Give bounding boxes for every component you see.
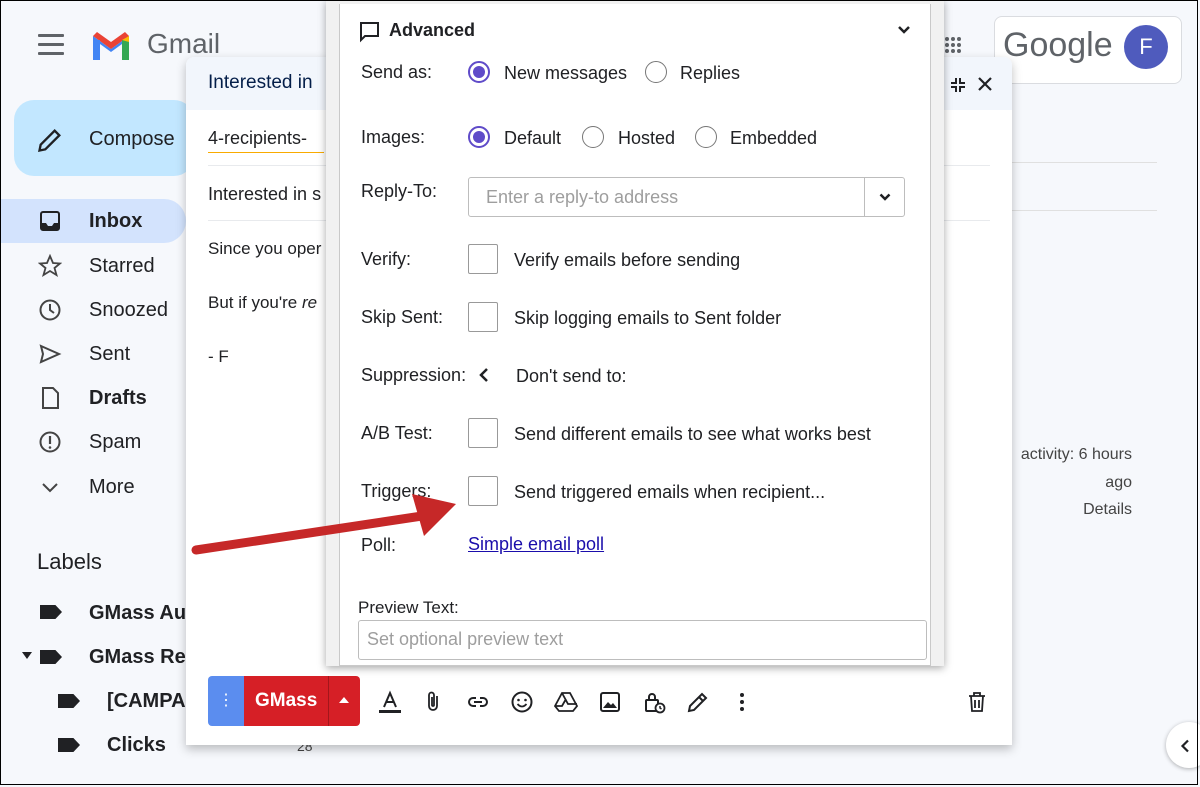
image-border (0, 0, 1198, 785)
